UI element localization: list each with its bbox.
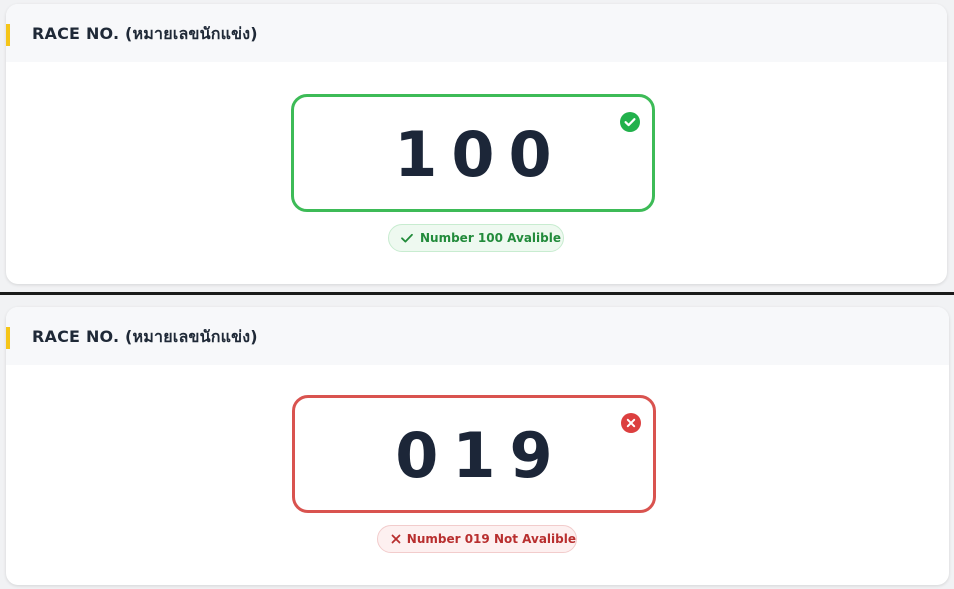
race-number-card-available: RACE NO. (หมายเลขนักแข่ง) 100 Number 100… xyxy=(6,4,947,284)
race-number-card-unavailable: RACE NO. (หมายเลขนักแข่ง) 019 Number 019… xyxy=(6,307,949,585)
section-divider xyxy=(0,292,954,295)
check-icon xyxy=(400,231,414,245)
race-number-value: 100 xyxy=(394,118,566,191)
card-title: RACE NO. (หมายเลขนักแข่ง) xyxy=(32,327,258,346)
check-circle-icon xyxy=(620,112,640,132)
availability-message: Number 019 Not Avalible xyxy=(406,532,576,546)
header-accent-bar xyxy=(6,327,10,349)
card-header: RACE NO. (หมายเลขนักแข่ง) xyxy=(6,4,947,62)
race-number-input[interactable]: 019 xyxy=(292,395,656,513)
availability-badge: Number 100 Avalible xyxy=(388,224,564,252)
x-icon xyxy=(389,532,401,546)
card-title: RACE NO. (หมายเลขนักแข่ง) xyxy=(32,24,258,43)
availability-message: Number 100 Avalible xyxy=(420,231,561,245)
race-number-value: 019 xyxy=(395,419,567,492)
availability-badge: Number 019 Not Avalible xyxy=(377,525,577,553)
card-header: RACE NO. (หมายเลขนักแข่ง) xyxy=(6,307,949,365)
race-number-input[interactable]: 100 xyxy=(291,94,655,212)
header-accent-bar xyxy=(6,24,10,46)
x-circle-icon xyxy=(621,413,641,433)
